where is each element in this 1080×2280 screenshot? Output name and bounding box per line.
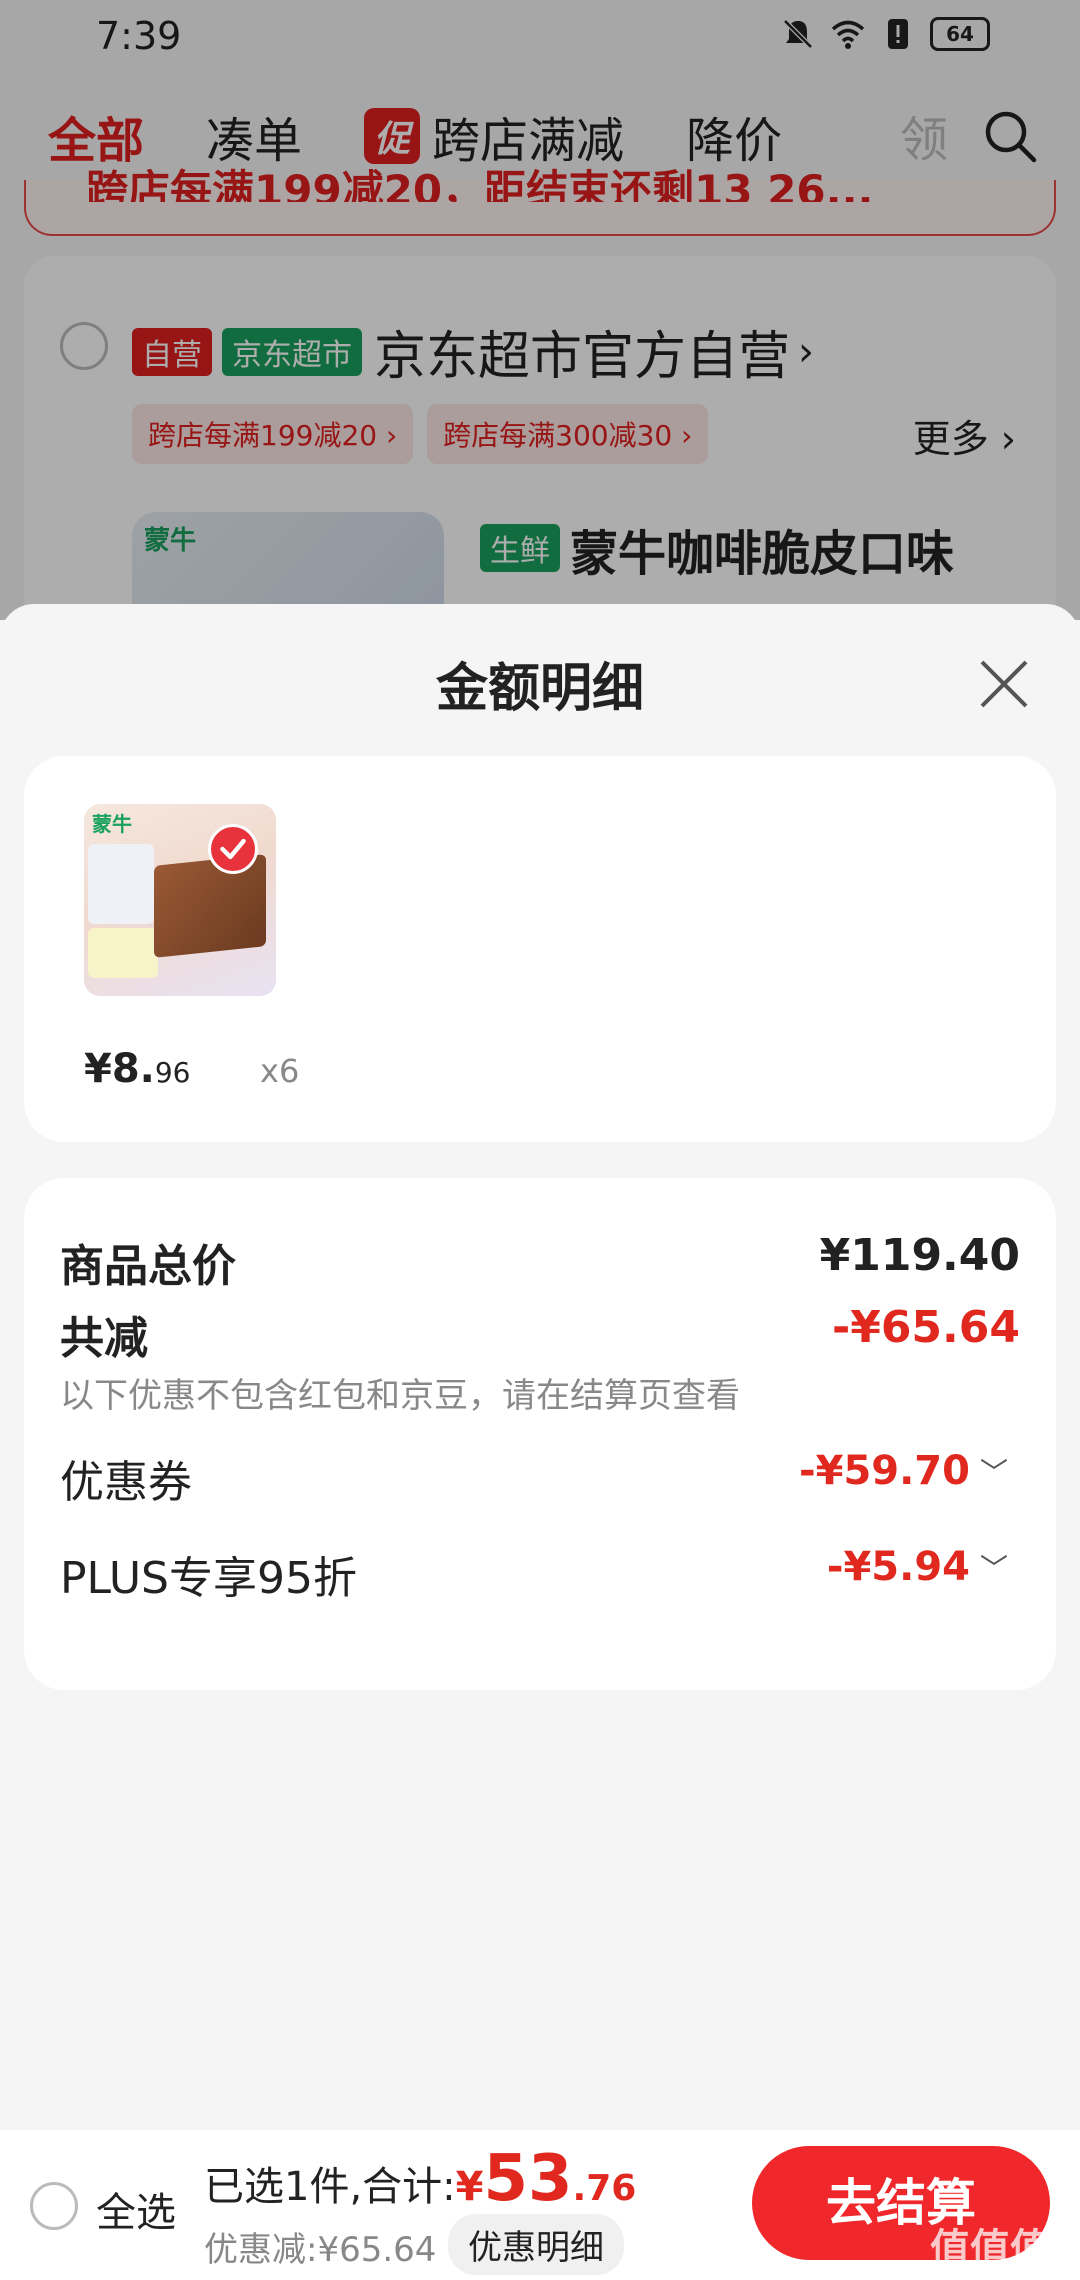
amount-detail-sheet: 金额明细 蒙牛 ¥8.96 x6 商品总价 ¥119.40 共减 -¥65.64… [0,604,1080,2130]
sheet-title: 金额明细 [435,659,644,719]
checkout-bar: 全选 已选1件,合计: ¥ 53 .76 优惠减:¥65.64 优惠明细 去结算 [0,2130,1080,2280]
discount-amount: -¥5.94 [826,1544,970,1590]
selected-check-icon [208,824,258,874]
discount-note: 以下优惠不包含红包和京豆，请在结算页查看 [60,1376,740,1416]
total-price-value: ¥119.40 [819,1230,1020,1281]
price-summary-card: 商品总价 ¥119.40 共减 -¥65.64 以下优惠不包含红包和京豆，请在结… [24,1178,1056,1690]
currency-symbol: ¥ [455,2164,484,2210]
product-pack-shot [88,844,154,924]
plus-discount-label: PLUS专享95折 [60,1553,357,1604]
discount-detail-button[interactable]: 优惠明细 [448,2214,624,2275]
chevron-down-icon: ﹀ [979,1552,1008,1585]
coupon-discount-value[interactable]: -¥59.70 ﹀ [799,1448,1008,1494]
saved-amount: 优惠减:¥65.64 [204,2230,437,2270]
discount-total-value: -¥65.64 [831,1302,1020,1353]
brand-logo: 蒙牛 [92,812,132,836]
total-line: 已选1件,合计: ¥ 53 .76 [204,2142,636,2216]
total-decimal: .76 [572,2168,637,2209]
product-image[interactable]: 蒙牛 [84,804,276,996]
coupon-discount-label: 优惠券 [60,1457,192,1508]
total-price-label: 商品总价 [60,1241,236,1292]
plus-discount-value[interactable]: -¥5.94 ﹀ [827,1544,1008,1590]
chevron-down-icon: ﹀ [979,1456,1008,1489]
item-quantity: x6 [260,1052,300,1090]
item-unit-price: ¥8.96 [84,1046,191,1092]
discount-amount: -¥59.70 [799,1448,970,1494]
close-icon[interactable] [976,656,1032,712]
selected-items-card: 蒙牛 ¥8.96 x6 [24,756,1056,1142]
select-all-label[interactable]: 全选 [96,2180,176,2238]
price-decimal: 96 [154,1056,191,1089]
price-main: ¥8. [84,1046,155,1092]
product-box [154,854,266,958]
total-integer: 53 [483,2142,573,2216]
modal-scrim[interactable] [0,0,1080,620]
discount-total-label: 共减 [60,1313,148,1364]
product-pack-shot [88,928,158,978]
watermark-url: zhizhizhi.com [926,2258,1035,2277]
selected-count-text: 已选1件,合计: [204,2164,456,2210]
select-all-radio[interactable] [30,2182,78,2230]
